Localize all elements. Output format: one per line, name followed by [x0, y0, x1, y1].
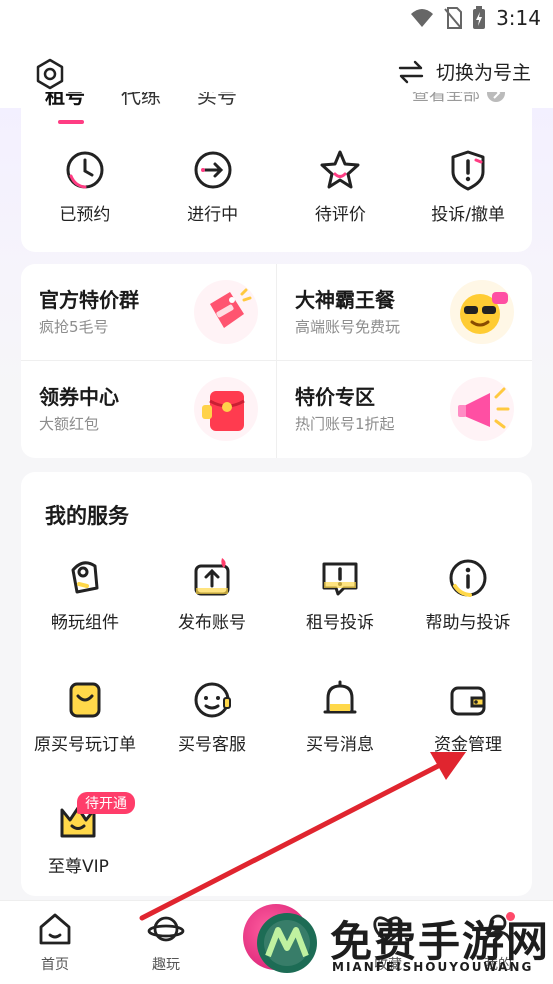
promo-title: 官方特价群: [39, 288, 139, 312]
order-to-review-label: 待评价: [314, 205, 366, 225]
promo-subtitle: 高端账号免费玩: [295, 318, 401, 336]
shield-alert-icon: [451, 150, 485, 191]
chat-alert-icon: [322, 562, 358, 596]
star-icon: [320, 150, 360, 189]
red-packet-icon: [194, 377, 258, 441]
megaphone-icon: [450, 377, 514, 441]
wifi-icon: [411, 9, 434, 27]
service-rent-complaint[interactable]: 租号投诉: [276, 556, 404, 633]
services-title: 我的服务: [45, 504, 129, 528]
order-status-row: 已预约 进行中 待评价 投诉/撤单: [21, 148, 532, 225]
promo-title: 大神霸王餐: [295, 288, 395, 312]
order-to-review[interactable]: 待评价: [277, 148, 405, 225]
promo-subtitle: 热门账号1折起: [295, 415, 395, 433]
switch-role-label: 切换为号主: [435, 62, 531, 84]
tab-buy[interactable]: 买号: [197, 92, 237, 110]
order-in-progress-label: 进行中: [187, 205, 239, 225]
tab-boost[interactable]: 代练: [121, 92, 161, 110]
promo-special-zone[interactable]: 特价专区 热门账号1折起: [277, 361, 532, 457]
order-booked-label: 已预约: [59, 205, 111, 225]
cool-face-icon: [450, 280, 514, 344]
service-label: 买号消息: [306, 735, 374, 755]
center-action-button[interactable]: [243, 904, 309, 970]
service-legacy-orders[interactable]: 原买号玩订单: [21, 678, 149, 755]
order-complaint[interactable]: 投诉/撤单: [404, 148, 532, 225]
promo-subtitle: 大额红包: [39, 415, 100, 433]
no-sim-icon: [444, 7, 463, 29]
service-label: 租号投诉: [306, 613, 374, 633]
rocket-icon: [71, 561, 99, 594]
service-label: 至尊VIP: [48, 857, 109, 877]
nav-favorites-label: 收藏: [374, 957, 402, 973]
order-card: 租号 代练 买号 查看全部 已预约 进行中 待评价 投诉/撤单: [21, 92, 532, 252]
service-label: 发布账号: [178, 613, 246, 633]
wallet-icon: [450, 686, 486, 716]
promo-free-meal[interactable]: 大神霸王餐 高端账号免费玩: [277, 264, 532, 360]
service-label: 资金管理: [434, 735, 502, 755]
headset-icon: [194, 682, 231, 718]
order-booked[interactable]: 已预约: [21, 148, 149, 225]
service-label: 帮助与投诉: [425, 613, 511, 633]
nav-mine-label: 我的: [484, 957, 512, 973]
service-label: 买号客服: [178, 735, 246, 755]
promo-subtitle: 疯抢5毛号: [39, 318, 109, 336]
order-in-progress[interactable]: 进行中: [149, 148, 277, 225]
switch-role-button[interactable]: 切换为号主: [398, 58, 531, 85]
service-help[interactable]: 帮助与投诉: [404, 556, 532, 633]
service-label: 原买号玩订单: [34, 735, 136, 755]
service-buy-support[interactable]: 买号客服: [148, 678, 276, 755]
bell-icon: [323, 680, 357, 714]
service-fund-management[interactable]: 资金管理: [404, 678, 532, 755]
arrow-circle-icon: [194, 151, 232, 189]
nav-home[interactable]: 首页: [15, 910, 95, 974]
service-publish-account[interactable]: 发布账号: [148, 556, 276, 633]
planet-icon: [147, 916, 185, 942]
tab-rent[interactable]: 租号: [45, 92, 85, 110]
promo-official-group[interactable]: 官方特价群 疯抢5毛号: [21, 264, 276, 360]
status-bar: 3:14: [0, 0, 553, 38]
swap-icon: [398, 60, 424, 83]
nav-fun[interactable]: 趣玩: [126, 910, 206, 974]
nav-home-label: 首页: [41, 957, 69, 973]
order-tabs: 租号 代练 买号: [45, 92, 237, 122]
view-all-label: 查看全部: [412, 92, 480, 105]
promo-coupon-center[interactable]: 领券中心 大额红包: [21, 361, 276, 457]
nav-mine[interactable]: 我的: [458, 910, 538, 974]
heart-icon: [373, 916, 403, 944]
view-all-link[interactable]: 查看全部: [412, 92, 506, 105]
info-icon: [449, 559, 487, 597]
status-time: 3:14: [496, 6, 541, 30]
service-buy-messages[interactable]: 买号消息: [276, 678, 404, 755]
battery-charging-icon: [473, 6, 486, 29]
promo-grid: 官方特价群 疯抢5毛号 大神霸王餐 高端账号免费玩 领券中心 大额红包 特价专区…: [21, 264, 532, 458]
nav-fun-label: 趣玩: [152, 957, 180, 973]
home-icon: [39, 913, 71, 945]
service-label: 畅玩组件: [51, 613, 119, 633]
bag-icon: [69, 682, 101, 718]
price-tag-icon: [194, 280, 258, 344]
chevron-right-icon: [487, 92, 505, 102]
hexagon-settings-icon: [36, 58, 64, 90]
vip-badge: 待开通: [77, 792, 135, 814]
service-play-component[interactable]: 畅玩组件: [21, 556, 149, 633]
promo-title: 领券中心: [39, 385, 119, 409]
promo-title: 特价专区: [295, 385, 375, 409]
upload-icon: [194, 558, 230, 596]
order-complaint-label: 投诉/撤单: [431, 205, 505, 225]
nav-favorites[interactable]: 收藏: [348, 910, 428, 974]
clock-icon: [66, 151, 104, 189]
active-tab-indicator: [58, 120, 84, 124]
settings-button[interactable]: [30, 54, 70, 94]
notification-dot: [506, 912, 515, 921]
